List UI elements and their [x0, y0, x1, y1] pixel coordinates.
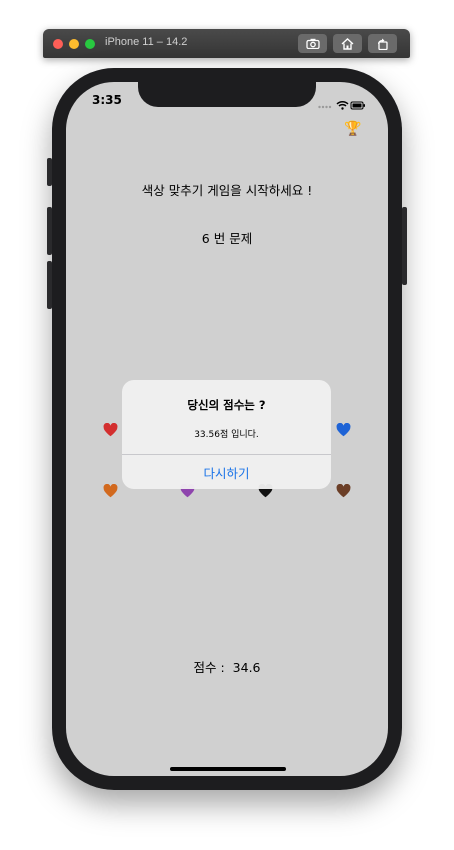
alert-title: 당신의 점수는 ? — [187, 398, 266, 412]
close-window-button[interactable] — [53, 39, 63, 49]
game-title: 색상 맞추기 게임을 시작하세요 ! — [141, 183, 313, 198]
score-display: 점수 : 34.6 — [66, 657, 388, 676]
cellular-signal-icon — [318, 105, 332, 109]
rotate-button[interactable] — [368, 34, 397, 53]
heart-button-red[interactable] — [100, 420, 120, 440]
score-label: 점수 : — [193, 660, 225, 675]
simulator-toolbar: iPhone 11 – 14.2 — [43, 29, 410, 58]
heart-button-brown[interactable] — [333, 481, 353, 501]
trophy-icon[interactable]: 🏆 — [344, 122, 361, 136]
blue-heart-icon — [336, 423, 350, 437]
status-icons — [318, 95, 366, 114]
volume-up-button[interactable] — [47, 207, 52, 255]
wifi-icon — [336, 101, 349, 107]
notch — [138, 82, 316, 107]
side-power-button[interactable] — [402, 207, 407, 285]
red-heart-icon — [103, 423, 117, 437]
mute-switch[interactable] — [47, 158, 52, 186]
alert-message: 33.56점 입니다. — [194, 430, 259, 440]
minimize-window-button[interactable] — [69, 39, 79, 49]
heart-button-blue[interactable] — [333, 420, 353, 440]
home-icon — [341, 37, 354, 50]
orange-heart-icon — [103, 484, 117, 498]
home-indicator[interactable] — [170, 767, 286, 771]
screenshot-icon — [305, 38, 320, 49]
rotate-icon — [378, 38, 388, 50]
screenshot-button[interactable] — [298, 34, 327, 53]
brown-heart-icon — [336, 484, 350, 498]
status-time: 3:35 — [92, 93, 122, 107]
score-value: 34.6 — [232, 660, 261, 675]
question-number: 6 번 문제 — [201, 231, 253, 246]
zoom-window-button[interactable] — [85, 39, 95, 49]
home-button[interactable] — [333, 34, 362, 53]
retry-button[interactable]: 다시하기 — [122, 455, 331, 489]
phone-screen: 3:35 🏆 색상 맞추기 게임을 시작하세요 ! 6 번 문제 점수: 34… — [66, 82, 388, 776]
simulator-title: iPhone 11 – 14.2 — [105, 36, 188, 48]
score-alert-dialog: 당신의 점수는 ? 33.56점 입니다. 다시하기 — [122, 380, 331, 489]
battery-icon — [350, 101, 365, 110]
heart-button-orange[interactable] — [100, 481, 120, 501]
volume-down-button[interactable] — [47, 261, 52, 309]
